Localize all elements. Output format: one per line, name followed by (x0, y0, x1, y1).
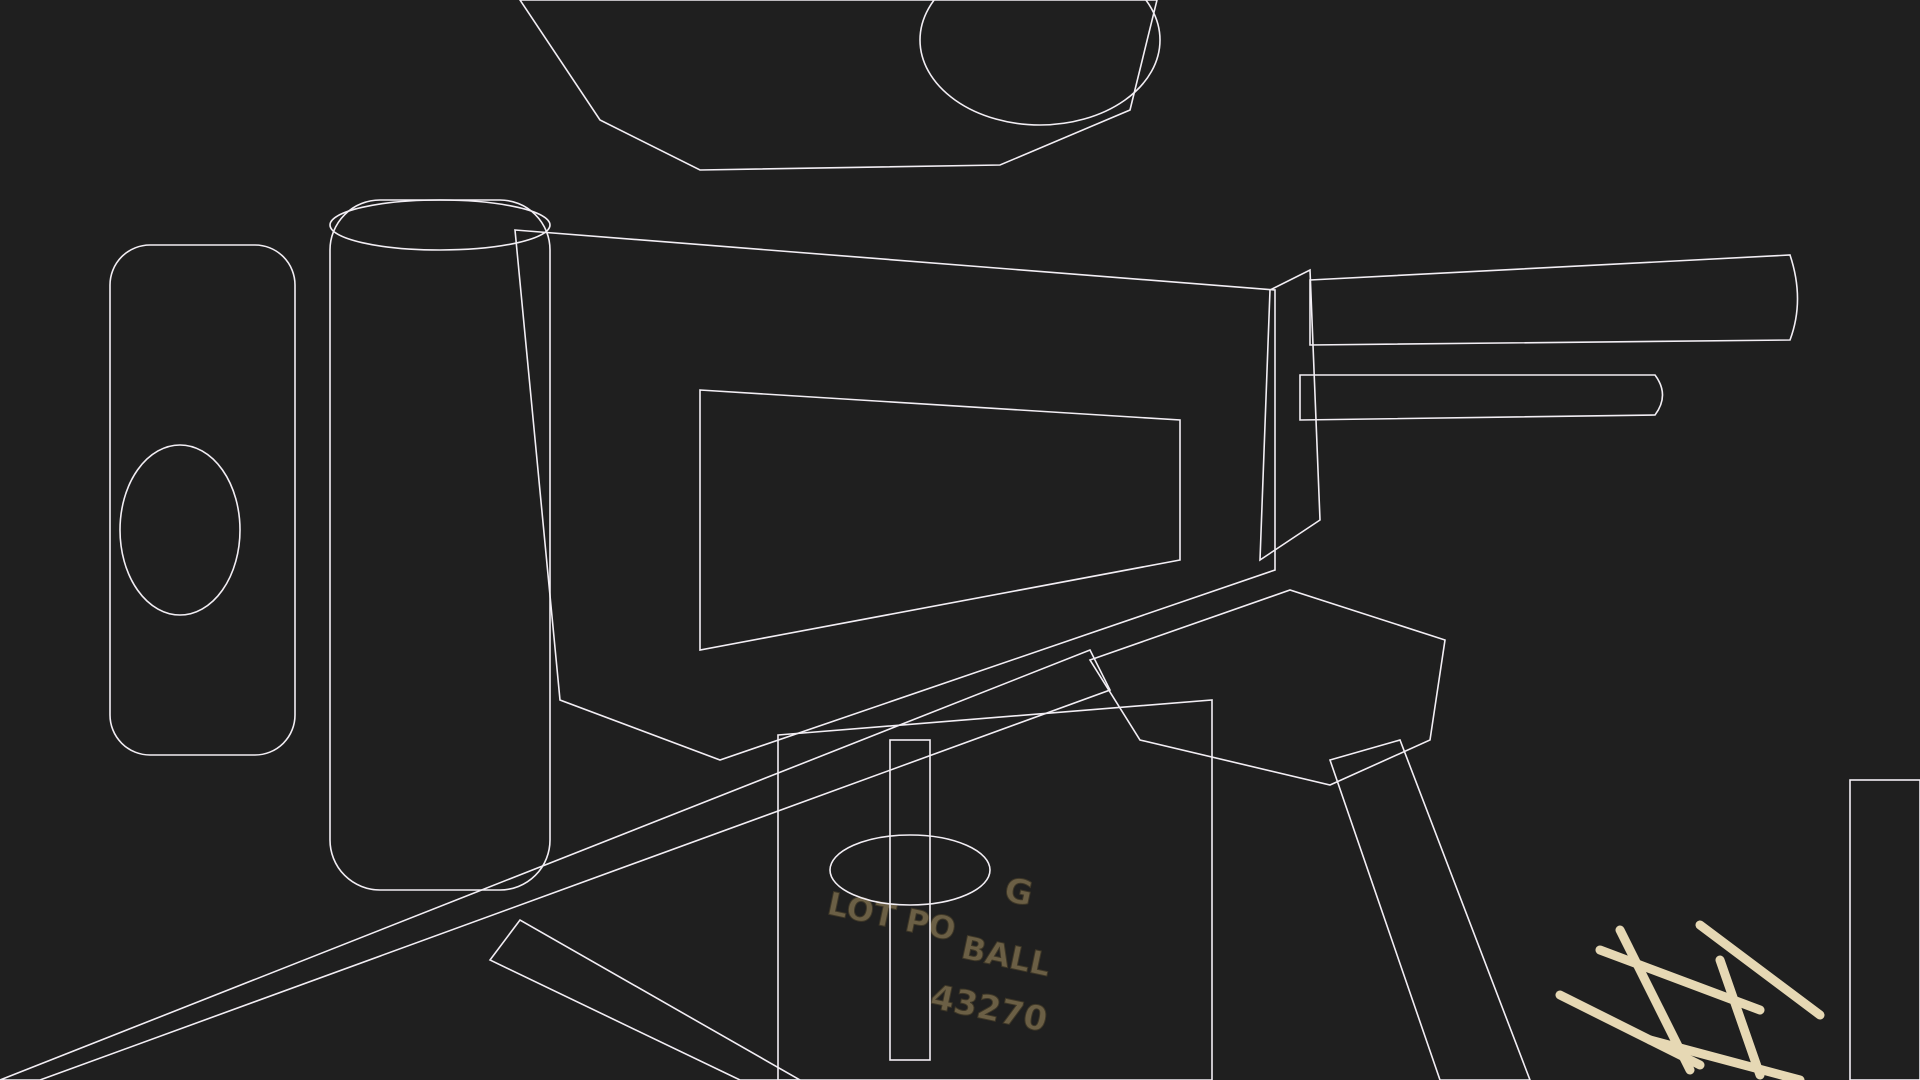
barrel (1259, 254, 1799, 562)
rear-grip-left (109, 244, 296, 756)
rear-grip-right (329, 199, 551, 891)
ammo-marking-2b: BALL (958, 928, 1054, 984)
ammo-box-right (1849, 779, 1920, 1080)
receiver (514, 229, 1276, 761)
ammo-marking-2a: LOT PO (824, 884, 959, 948)
ammo-marking-3: 43270 (927, 977, 1051, 1041)
wireframe-render: G LOT PO BALL 43270 (0, 0, 1920, 1080)
feed-drum (519, 0, 1161, 171)
ammo-marking-1: G (1001, 870, 1037, 915)
tripod-legs (0, 648, 1531, 1080)
loose-cartridges (1555, 920, 1825, 1080)
